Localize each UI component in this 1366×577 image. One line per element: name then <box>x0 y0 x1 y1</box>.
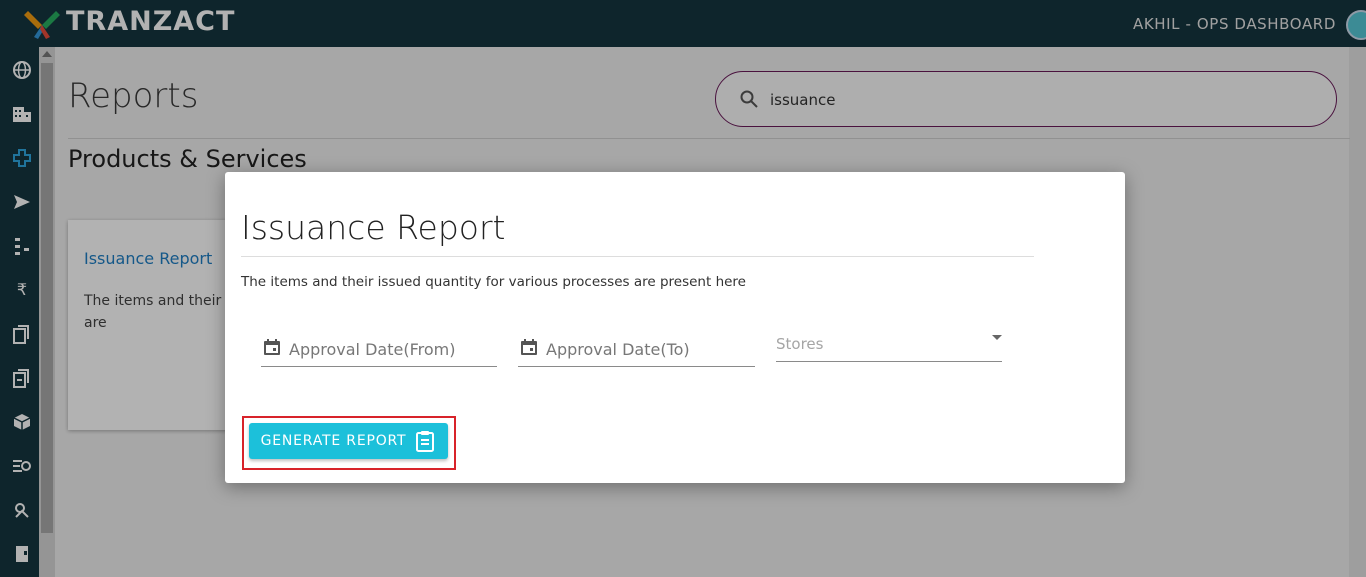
dialog-description: The items and their issued quantity for … <box>241 274 746 290</box>
stores-select[interactable]: Stores <box>776 328 1002 362</box>
approval-date-from-label: Approval Date(From) <box>289 340 456 359</box>
generate-report-label: GENERATE REPORT <box>260 433 407 449</box>
approval-date-to-label: Approval Date(To) <box>546 340 690 359</box>
dropdown-caret-icon[interactable] <box>992 335 1002 340</box>
calendar-icon <box>264 339 280 355</box>
calendar-icon <box>521 339 537 355</box>
issuance-report-dialog: Issuance Report The items and their issu… <box>225 172 1125 483</box>
dialog-title: Issuance Report <box>241 208 506 247</box>
clipboard-icon <box>416 431 435 452</box>
generate-report-button[interactable]: GENERATE REPORT <box>249 423 448 459</box>
dialog-divider <box>241 256 1034 257</box>
approval-date-to-field[interactable]: Approval Date(To) <box>518 328 755 367</box>
stores-label: Stores <box>776 335 824 353</box>
approval-date-from-field[interactable]: Approval Date(From) <box>261 328 497 367</box>
